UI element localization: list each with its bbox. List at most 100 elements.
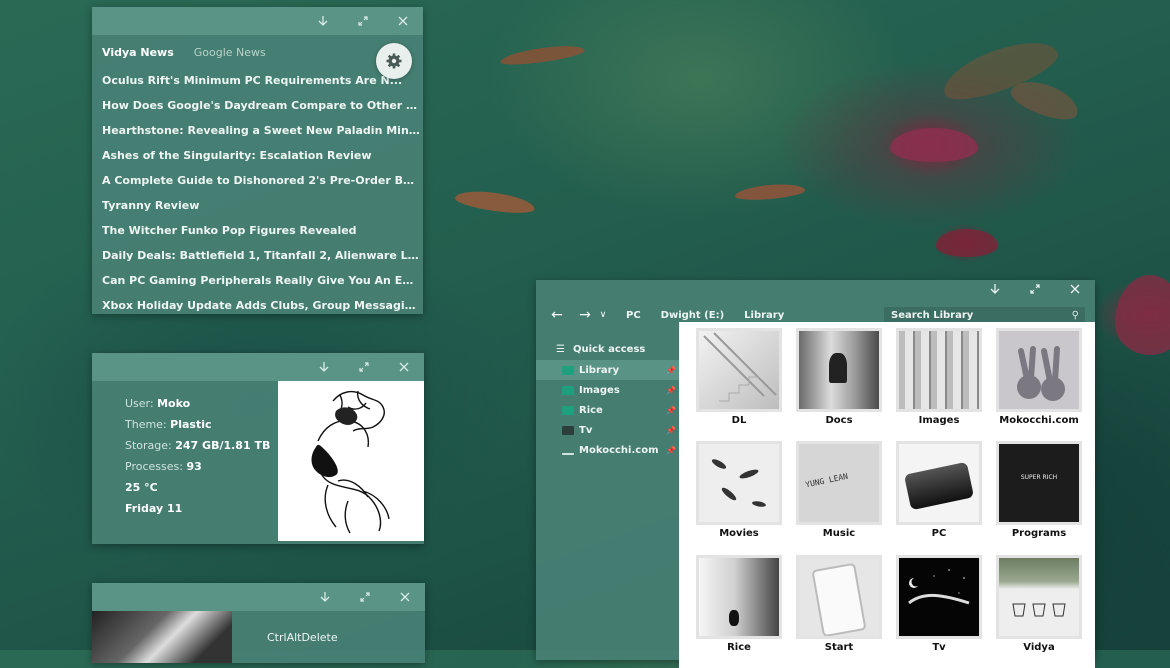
folder-thumbnail [896,554,982,639]
pin-icon: 📌 [666,405,676,415]
headline-item[interactable]: The Witcher Funko Pop Figures Revealed [102,220,420,245]
music-widget: CtrlAltDelete [92,583,425,663]
folder-label: Programs [1011,528,1067,540]
sidebar-item-library[interactable]: Library 📌 [536,360,679,380]
headline-list: Oculus Rift's Minimum PC Requirements Ar… [92,70,423,320]
resize-button[interactable] [344,353,384,381]
folder-thumbnail [696,441,782,526]
folder-tile-music[interactable]: YUNG LEAN Music [789,441,889,545]
headline-item[interactable]: Xbox Holiday Update Adds Clubs, Group Me… [102,295,420,320]
sidebar-item-rice[interactable]: Rice 📌 [536,400,679,420]
menu-icon: ☰ [556,344,565,355]
breadcrumb-pc[interactable]: PC [626,310,641,321]
tab-google-news[interactable]: Google News [194,46,266,59]
explorer-sidebar: ☰ Quick access Library 📌 Images 📌 Rice 📌 Tv 📌… [536,332,679,460]
sidebar-item-tv[interactable]: Tv 📌 [536,420,679,440]
minimize-button[interactable] [975,280,1015,298]
sidebar-item-mokocchi[interactable]: Mokocchi.com 📌 [536,440,679,460]
wallpaper-leaf [734,181,806,203]
web-folder-icon [562,446,574,455]
tab-vidya-news[interactable]: Vidya News [102,46,174,59]
processes-label: Processes: [125,460,183,473]
folder-grid: DL Docs Images Mokocchi.com Movies YUNG … [679,322,1095,668]
folder-thumbnail [696,554,782,639]
headline-item[interactable]: Daily Deals: Battlefield 1, Titanfall 2,… [102,245,420,270]
news-titlebar [92,7,423,35]
close-icon [1070,284,1080,294]
sidebar-item-label: Mokocchi.com [579,444,659,456]
chevron-down-icon[interactable]: ∨ [596,310,610,320]
close-button[interactable] [384,353,424,381]
headline-item[interactable]: Hearthstone: Revealing a Sweet New Palad… [102,120,420,145]
minimize-button[interactable] [305,583,345,611]
folder-tile-mokocchi[interactable]: Mokocchi.com [989,328,1089,432]
folder-tile-start[interactable]: Start [789,554,889,659]
close-button[interactable] [385,583,425,611]
lineart-illustration [278,381,424,541]
pin-icon: 📌 [666,385,676,395]
folder-thumbnail [996,328,1082,412]
processes-value: 93 [186,460,202,473]
arrow-down-icon [319,362,329,372]
close-icon [399,362,409,372]
folder-label: PC [931,528,947,540]
resize-button[interactable] [345,583,385,611]
close-button[interactable] [1055,280,1095,298]
folder-label: Start [824,641,854,653]
folder-thumbnail [896,441,982,526]
forward-arrow-icon[interactable]: → [574,307,596,323]
folder-label: Tv [932,641,946,653]
folder-icon [562,405,574,415]
date: Friday 11 [125,502,183,515]
headline-item[interactable]: Ashes of the Singularity: Escalation Rev… [102,145,420,170]
breadcrumb-drive[interactable]: Dwight (E:) [661,310,724,321]
minimize-button[interactable] [304,353,344,381]
search-input[interactable]: Search Library ⚲ [884,306,1085,324]
arrow-down-icon [320,592,330,602]
settings-button[interactable] [376,43,412,79]
sidebar-item-label: Tv [579,424,593,436]
folder-tile-dl[interactable]: DL [689,328,789,432]
folder-label: Vidya [1023,641,1055,653]
minimize-button[interactable] [303,7,343,35]
folder-label: Music [822,528,856,540]
folder-tile-movies[interactable]: Movies [689,441,789,545]
headline-item[interactable]: Tyranny Review [102,195,420,220]
folder-tile-pc[interactable]: PC [889,441,989,545]
file-explorer-window: ← → ∨ PC Dwight (E:) Library Search Libr… [536,280,1095,668]
headline-item[interactable]: A Complete Guide to Dishonored 2's Pre-O… [102,170,420,195]
quick-access[interactable]: ☰ Quick access [536,340,679,360]
storage-value: 247 GB/1.81 TB [175,439,271,452]
folder-label: DL [731,415,747,426]
folder-tile-rice[interactable]: Rice [689,554,789,659]
folder-tile-programs[interactable]: SUPER RICH Programs [989,441,1089,545]
folder-label: Mokocchi.com [999,415,1079,426]
sidebar-item-images[interactable]: Images 📌 [536,380,679,400]
resize-icon [358,16,368,26]
back-arrow-icon[interactable]: ← [546,307,568,323]
folder-thumbnail [896,328,982,412]
folder-tile-tv[interactable]: Tv [889,554,989,659]
folder-thumbnail [796,328,882,412]
breadcrumb-library[interactable]: Library [744,310,784,321]
folder-label: Docs [825,415,853,426]
folder-tile-vidya[interactable]: Vidya [989,554,1089,659]
resize-button[interactable] [343,7,383,35]
folder-thumbnail [696,328,782,412]
pin-icon: 📌 [666,445,676,455]
headline-item[interactable]: How Does Google's Daydream Compare to Ot… [102,95,420,120]
folder-label: Images [918,415,960,426]
folder-label: Rice [727,641,751,653]
folder-thumbnail: YUNG LEAN [796,441,882,526]
headline-item[interactable]: Can PC Gaming Peripherals Really Give Yo… [102,270,420,295]
folder-tile-images[interactable]: Images [889,328,989,432]
explorer-titlebar [536,280,1095,298]
arrow-down-icon [318,16,328,26]
resize-button[interactable] [1015,280,1055,298]
close-button[interactable] [383,7,423,35]
folder-tile-docs[interactable]: Docs [789,328,889,432]
headline-item[interactable]: Oculus Rift's Minimum PC Requirements Ar… [102,70,420,95]
pin-icon: 📌 [666,425,676,435]
wallpaper-leaf [454,187,536,217]
music-titlebar [92,583,425,611]
